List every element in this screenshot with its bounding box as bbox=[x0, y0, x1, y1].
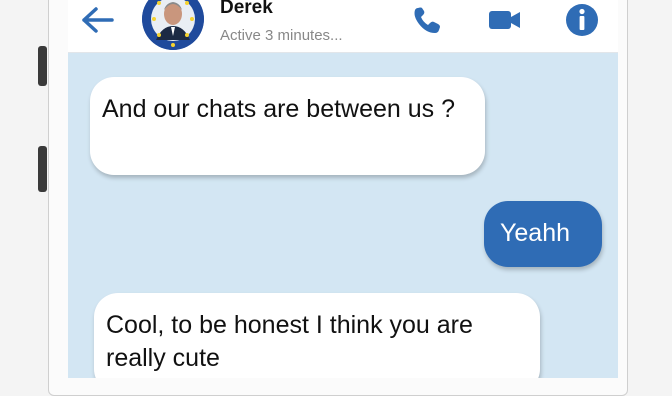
conversation-header: Derek Active 3 minutes... bbox=[68, 0, 618, 53]
message-bubble-outgoing[interactable]: Yeahh bbox=[484, 201, 602, 267]
phone-icon[interactable] bbox=[408, 2, 448, 38]
volume-up-button bbox=[38, 46, 47, 86]
contact-name[interactable]: Derek bbox=[220, 0, 273, 19]
message-bubble-incoming[interactable]: And our chats are between us ? bbox=[90, 77, 485, 175]
message-bubble-incoming[interactable]: Cool, to be honest I think you are reall… bbox=[94, 293, 540, 378]
active-status: Active 3 minutes... bbox=[220, 27, 343, 44]
video-camera-icon[interactable] bbox=[484, 2, 524, 38]
volume-down-button bbox=[38, 146, 47, 192]
avatar[interactable] bbox=[142, 0, 204, 50]
info-icon[interactable] bbox=[562, 2, 602, 38]
messenger-screen: Derek Active 3 minutes... And our chats … bbox=[68, 0, 618, 378]
message-thread[interactable]: And our chats are between us ? Yeahh Coo… bbox=[68, 53, 618, 378]
back-arrow-icon[interactable] bbox=[76, 4, 116, 36]
